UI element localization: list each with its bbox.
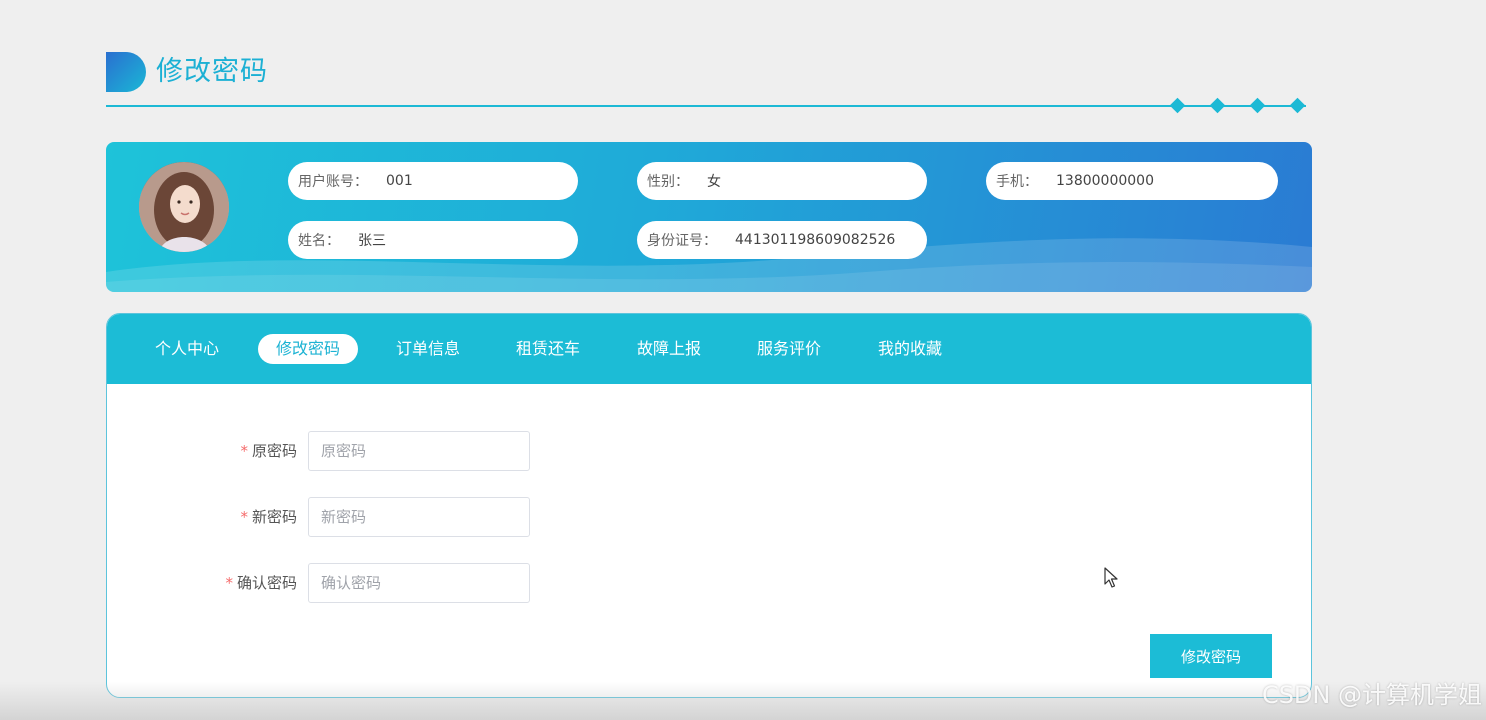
info-label: 性别： bbox=[647, 174, 689, 190]
title-badge-icon bbox=[106, 52, 146, 92]
diamond-decoration-icon bbox=[1209, 97, 1226, 114]
form-label-text: 原密码 bbox=[251, 442, 297, 460]
avatar bbox=[139, 162, 229, 252]
form-label: * 原密码 bbox=[240, 431, 297, 471]
info-name: 姓名： 张三 bbox=[288, 221, 578, 259]
info-value: 女 bbox=[707, 174, 721, 190]
tab-favorites[interactable]: 我的收藏 bbox=[860, 334, 960, 364]
required-mark: * bbox=[240, 442, 248, 460]
mouse-pointer-icon bbox=[1104, 567, 1118, 588]
profile-banner: 用户账号： 001 性别： 女 手机： 13800000000 姓名： 张三 身… bbox=[106, 142, 1312, 292]
info-value: 13800000000 bbox=[1056, 173, 1154, 189]
watermark: CSDN @计算机学姐 bbox=[1261, 681, 1482, 709]
diamond-decoration-icon bbox=[1169, 97, 1186, 114]
form-row-old-password: * 原密码 bbox=[107, 431, 1311, 471]
page-title: 修改密码 bbox=[156, 56, 268, 87]
tab-bar: 个人中心 修改密码 订单信息 租赁还车 故障上报 服务评价 我的收藏 bbox=[107, 314, 1311, 384]
info-account: 用户账号： 001 bbox=[288, 162, 578, 200]
required-mark: * bbox=[225, 574, 233, 592]
info-gender: 性别： 女 bbox=[637, 162, 927, 200]
form-label: * 确认密码 bbox=[225, 563, 297, 603]
confirm-password-input[interactable] bbox=[308, 563, 530, 603]
form-label-text: 新密码 bbox=[251, 508, 297, 526]
form-row-new-password: * 新密码 bbox=[107, 497, 1311, 537]
info-label: 手机： bbox=[996, 174, 1038, 190]
tab-change-password[interactable]: 修改密码 bbox=[258, 334, 359, 364]
content-card: 个人中心 修改密码 订单信息 租赁还车 故障上报 服务评价 我的收藏 * 原密码 … bbox=[106, 313, 1312, 698]
info-value: 张三 bbox=[358, 233, 386, 249]
info-id-number: 身份证号： 441301198609082526 bbox=[637, 221, 927, 259]
info-label: 身份证号： bbox=[647, 233, 717, 249]
avatar-image bbox=[139, 162, 229, 252]
diamond-decoration-icon bbox=[1289, 97, 1306, 114]
diamond-decoration-icon bbox=[1249, 97, 1266, 114]
info-label: 姓名： bbox=[298, 233, 340, 249]
form-row-confirm-password: * 确认密码 bbox=[107, 563, 1311, 603]
info-value: 441301198609082526 bbox=[735, 232, 896, 248]
tab-rental-return[interactable]: 租赁还车 bbox=[498, 334, 598, 364]
new-password-input[interactable] bbox=[308, 497, 530, 537]
info-phone: 手机： 13800000000 bbox=[986, 162, 1278, 200]
info-value: 001 bbox=[386, 173, 413, 189]
tab-orders[interactable]: 订单信息 bbox=[378, 334, 478, 364]
old-password-input[interactable] bbox=[308, 431, 530, 471]
tab-service-review[interactable]: 服务评价 bbox=[739, 334, 839, 364]
page-header: 修改密码 bbox=[106, 50, 1306, 114]
info-label: 用户账号： bbox=[298, 174, 368, 190]
required-mark: * bbox=[240, 508, 248, 526]
form-label-text: 确认密码 bbox=[236, 574, 297, 592]
title-divider bbox=[106, 105, 1306, 107]
tab-personal-center[interactable]: 个人中心 bbox=[137, 334, 237, 364]
submit-change-password-button[interactable]: 修改密码 bbox=[1150, 634, 1272, 678]
form-label: * 新密码 bbox=[240, 497, 297, 537]
tab-fault-report[interactable]: 故障上报 bbox=[619, 334, 719, 364]
